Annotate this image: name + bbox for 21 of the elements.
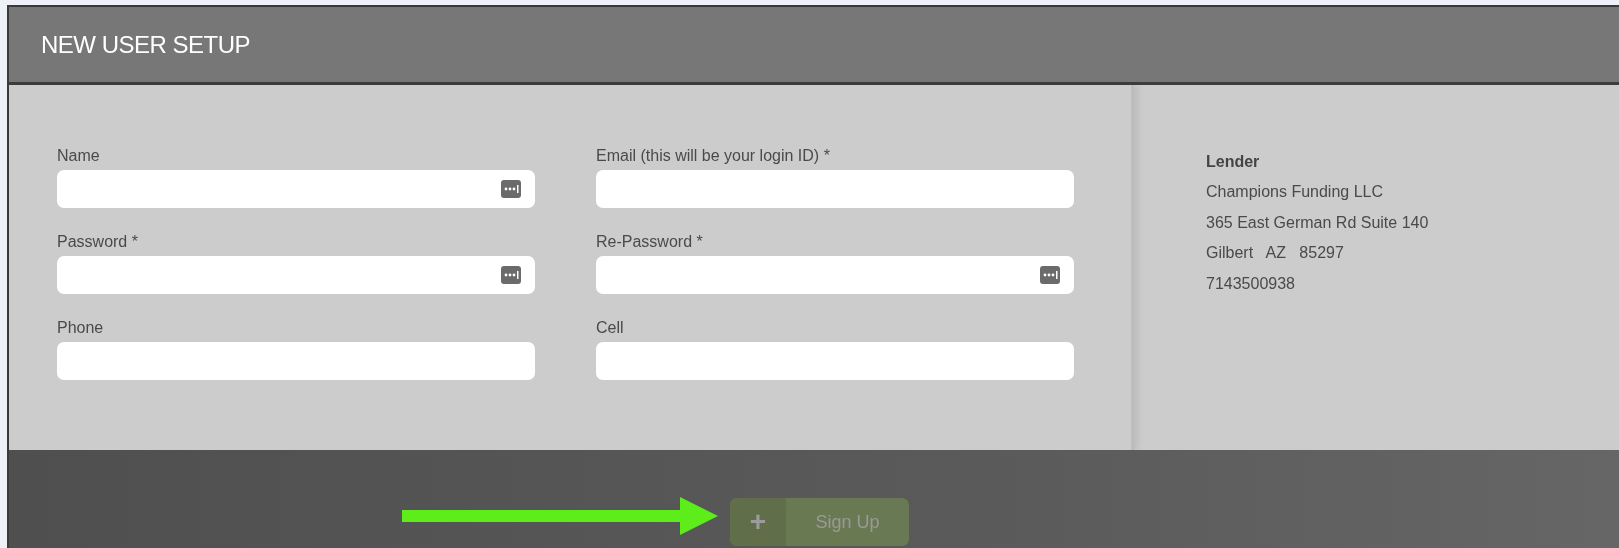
lender-detail: 7143500938 xyxy=(1206,273,1296,294)
window-title: NEW USER SETUP xyxy=(41,30,251,59)
input-field[interactable] xyxy=(57,256,535,294)
input-field[interactable] xyxy=(57,342,535,380)
field-label: Cell xyxy=(596,319,625,337)
field-label: Password * xyxy=(57,233,139,251)
key-icon[interactable] xyxy=(1040,266,1060,284)
field-label: Name xyxy=(57,147,101,165)
input-field[interactable] xyxy=(596,256,1074,294)
input-field[interactable] xyxy=(596,342,1074,380)
field-label: Email (this will be your login ID) * xyxy=(596,147,831,165)
key-icon[interactable] xyxy=(501,266,521,284)
lender-heading: Lender xyxy=(1206,152,1261,172)
lender-detail: Gilbert AZ 85297 xyxy=(1206,243,1345,263)
input-field[interactable] xyxy=(596,170,1074,208)
lender-detail: Champions Funding LLC xyxy=(1206,182,1384,202)
field-label: Re-Password * xyxy=(596,233,704,251)
lender-detail: 365 East German Rd Suite 140 xyxy=(1206,212,1429,233)
field-label: Phone xyxy=(57,319,105,337)
input-field[interactable] xyxy=(57,170,535,208)
key-icon[interactable] xyxy=(501,180,521,198)
